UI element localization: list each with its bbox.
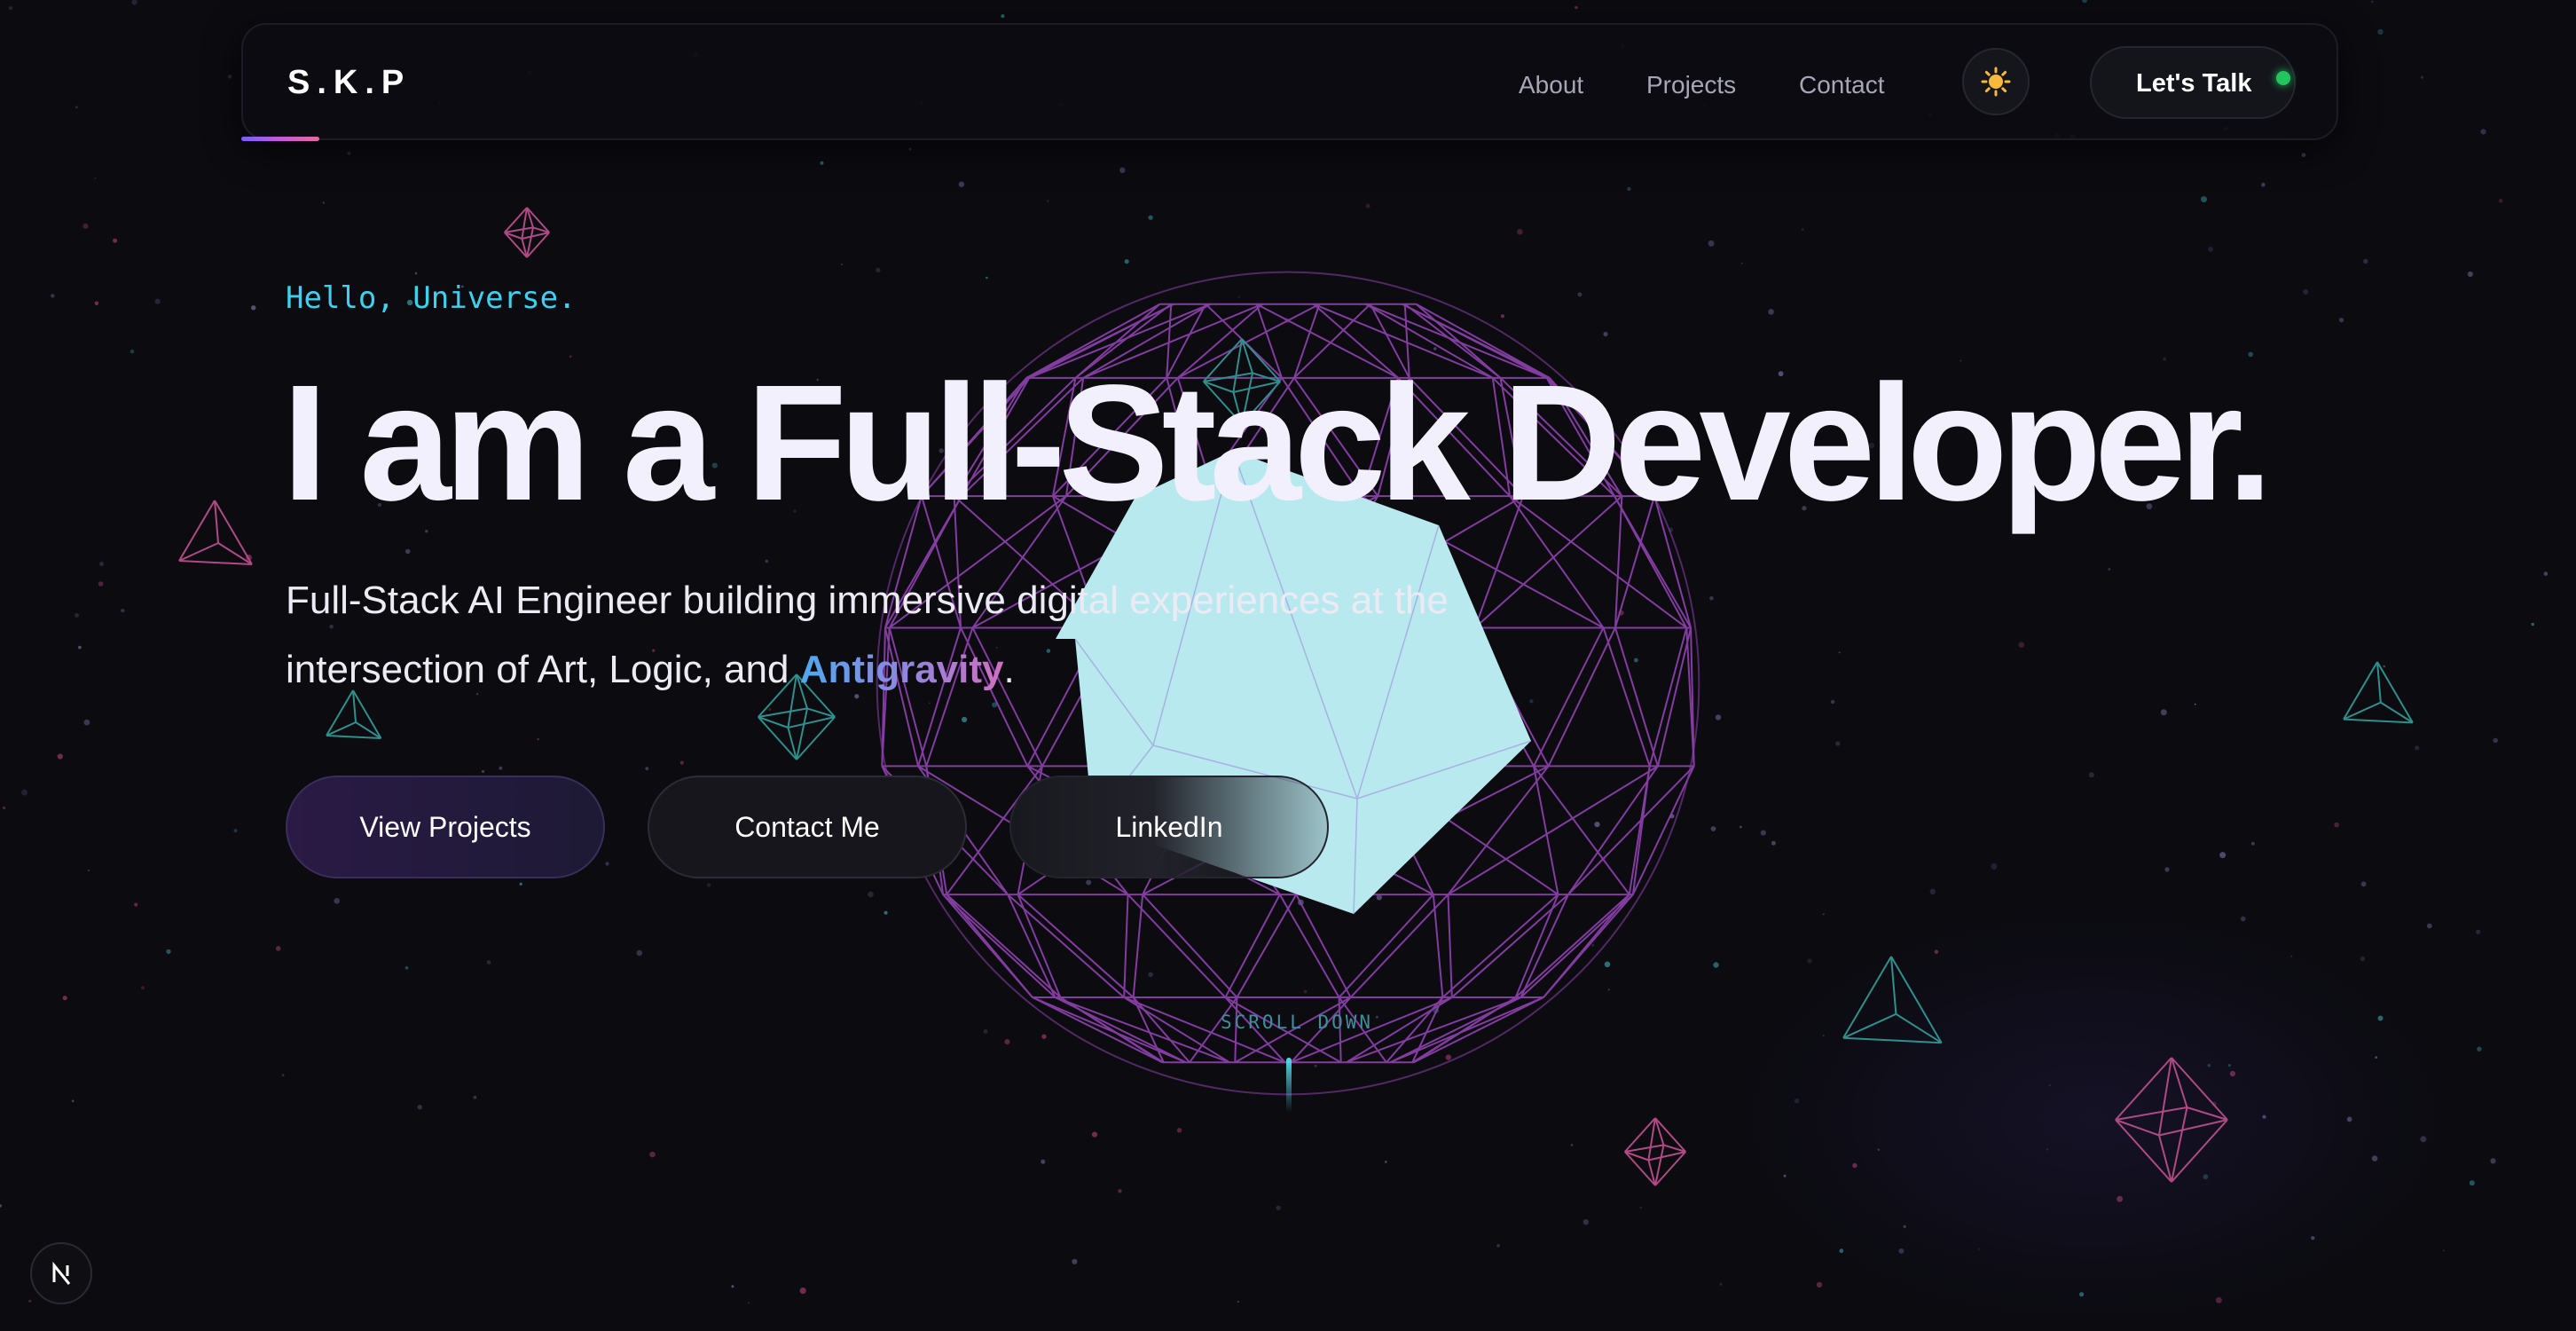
sphere-edge xyxy=(1543,894,1634,998)
shape-edge xyxy=(217,542,253,565)
sphere-edge xyxy=(1533,627,1605,767)
floating-tetrahedron xyxy=(178,500,253,565)
shape-edge xyxy=(2171,1107,2188,1183)
shape-edge xyxy=(178,560,253,565)
sphere-edge xyxy=(1132,894,1144,998)
site-logo[interactable]: S.K.P xyxy=(287,64,411,102)
sphere-edge xyxy=(1127,894,1227,998)
nav-link-contact[interactable]: Contact xyxy=(1799,71,1885,99)
shape-edge xyxy=(796,716,836,760)
sphere-edge xyxy=(1389,996,1521,1064)
hero-title: I am a Full-Stack Developer. xyxy=(282,351,2273,535)
sphere-edge xyxy=(1123,894,1129,998)
scroll-indicator[interactable] xyxy=(1286,1058,1292,1113)
scroll-progress-bar xyxy=(241,137,319,141)
sphere-edge xyxy=(1349,894,1449,998)
contact-me-button[interactable]: Contact Me xyxy=(648,776,967,878)
shape-edge xyxy=(2115,1107,2187,1121)
sphere-edge xyxy=(1441,894,1559,998)
hero-subtitle-end: . xyxy=(1003,648,1015,691)
sphere-edge xyxy=(1547,627,1616,767)
sphere-edge xyxy=(1656,627,1692,767)
hero-subtitle: Full-Stack AI Engineer building immersiv… xyxy=(286,566,1528,705)
theme-toggle-button[interactable] xyxy=(1962,48,2030,115)
sun-icon xyxy=(1981,67,2011,97)
sphere-edge xyxy=(1007,894,1125,998)
sphere-edge xyxy=(1567,765,1695,895)
sphere-edge xyxy=(942,894,1033,998)
sphere-edge xyxy=(1614,627,1659,767)
sphere-edge xyxy=(1520,894,1569,998)
sphere-edge xyxy=(1451,894,1569,998)
online-status-dot xyxy=(2276,71,2290,85)
shape-edge xyxy=(2376,661,2414,723)
sphere-edge xyxy=(1007,894,1056,998)
sphere-edge xyxy=(1142,894,1238,998)
shape-edge xyxy=(1654,1145,1665,1186)
sphere-edge xyxy=(1432,894,1444,998)
navbar: S.K.P About Projects Contact Let's Talk xyxy=(241,23,2338,140)
nav-link-projects[interactable]: Projects xyxy=(1646,71,1736,99)
sphere-edge xyxy=(1648,627,1688,767)
sphere-edge xyxy=(1236,894,1298,998)
sphere-edge xyxy=(946,894,1062,998)
shape-edge xyxy=(2380,701,2414,724)
floating-octahedron xyxy=(504,207,550,258)
shape-edge xyxy=(214,500,253,565)
sphere-edge xyxy=(1224,894,1281,998)
sphere-edge xyxy=(1278,894,1340,998)
sphere-edge xyxy=(1447,894,1453,998)
shape-edge xyxy=(2158,1119,2228,1137)
sphere-edge xyxy=(1055,996,1187,1064)
shape-edge xyxy=(2343,718,2413,724)
scroll-down-label: SCROLL DOWN xyxy=(1221,1012,1374,1033)
shape-edge xyxy=(1895,1012,1943,1044)
floating-octahedron xyxy=(2115,1057,2228,1183)
nextjs-dev-badge[interactable] xyxy=(30,1242,92,1304)
shape-edge xyxy=(326,735,381,739)
shape-edge xyxy=(1842,1036,1942,1044)
linkedin-button[interactable]: LinkedIn xyxy=(1009,776,1329,878)
nextjs-icon xyxy=(52,1261,71,1285)
hero-greeting: Hello, Universe. xyxy=(286,280,577,316)
nav-link-about[interactable]: About xyxy=(1519,71,1583,99)
sphere-edge xyxy=(1017,894,1135,998)
floating-tetrahedron xyxy=(2343,661,2414,724)
view-projects-button[interactable]: View Projects xyxy=(286,776,605,878)
hero-subtitle-accent: Antigravity xyxy=(799,648,1004,691)
lets-talk-label: Let's Talk xyxy=(2136,69,2252,98)
shape-edge xyxy=(1842,956,1892,1039)
shape-edge xyxy=(178,500,216,562)
sphere-edge xyxy=(1514,894,1630,998)
shape-edge xyxy=(1890,956,1943,1044)
floating-octahedron xyxy=(1624,1117,1686,1186)
shape-edge xyxy=(796,708,808,760)
lets-talk-button[interactable]: Let's Talk xyxy=(2090,46,2296,119)
sphere-edge xyxy=(1602,627,1651,767)
floating-tetrahedron xyxy=(1842,956,1943,1044)
shape-edge xyxy=(2171,1119,2228,1183)
